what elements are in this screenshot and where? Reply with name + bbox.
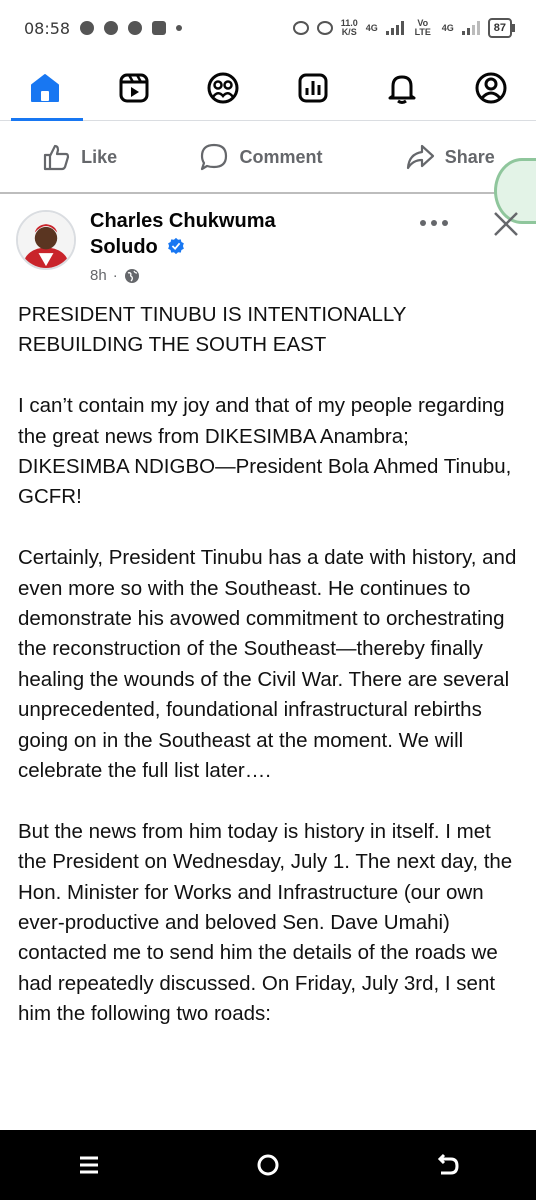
post-header: Charles Chukwuma Soludo 8h · (0, 200, 536, 300)
globe-icon (124, 268, 139, 283)
recent-apps-button[interactable] (69, 1145, 109, 1185)
tab-home[interactable] (10, 56, 83, 121)
video-icon (119, 73, 149, 103)
home-icon (30, 74, 59, 102)
more-dot-icon (442, 220, 448, 226)
tab-profile[interactable] (461, 56, 521, 120)
home-button[interactable] (248, 1145, 288, 1185)
comment-label: Comment (239, 146, 323, 167)
post-paragraph: But the news from him today is history i… (18, 819, 513, 1026)
alarm-icon (292, 21, 309, 35)
circle-home-icon (257, 1154, 279, 1176)
facebook-icon (128, 21, 143, 35)
comment-icon (201, 143, 228, 171)
notifications-icon (388, 75, 416, 104)
friends-icon (207, 72, 239, 104)
whatsapp-icon (80, 21, 95, 35)
signal-icon-2 (461, 21, 480, 35)
more-dot-icon (431, 220, 437, 226)
avatar-image (18, 212, 74, 268)
tab-video[interactable] (104, 56, 164, 120)
author-name-line2: Soludo (90, 236, 158, 258)
volte-label: Vo LTE (414, 18, 431, 37)
tab-dashboard[interactable] (283, 56, 343, 120)
system-navigation-bar (0, 1130, 536, 1200)
net-type-2: 4G (441, 22, 454, 33)
share-button[interactable]: Share (405, 142, 495, 172)
tab-notifications[interactable] (372, 56, 432, 120)
author-name[interactable]: Charles Chukwuma Soludo (90, 208, 330, 260)
status-bar: 08:58 11.0 K/S 4G Vo LTE 4G 87 (0, 0, 536, 56)
post-text: PRESIDENT TINUBU IS INTENTIONALLY REBUIL… (18, 300, 523, 1060)
close-icon[interactable] (490, 208, 522, 240)
author-avatar[interactable] (16, 210, 76, 270)
verified-badge-icon (168, 237, 185, 255)
profile-icon (475, 72, 507, 104)
comment-button[interactable]: Comment (199, 142, 322, 172)
battery-indicator: 87 (487, 18, 516, 38)
more-notifications-icon (176, 25, 183, 31)
back-button[interactable] (427, 1145, 467, 1185)
post-actions-bar: Like Comment Share (0, 122, 536, 194)
headset-icon (316, 21, 333, 35)
author-name-line1: Charles Chukwuma (90, 210, 276, 232)
signal-icon (385, 21, 404, 35)
status-time: 08:58 (24, 18, 71, 38)
meta-separator: · (112, 267, 118, 284)
tab-friends[interactable] (193, 56, 253, 120)
chat-icon (104, 21, 119, 35)
dashboard-icon (298, 73, 328, 103)
net-type-1: 4G (365, 22, 378, 33)
share-icon (406, 144, 434, 170)
back-icon (437, 1153, 459, 1175)
thumbs-up-icon (44, 144, 70, 171)
like-label: Like (81, 146, 118, 167)
app-icon (152, 21, 167, 35)
post-time[interactable]: 8h (90, 267, 107, 284)
post-paragraph: Certainly, President Tinubu has a date w… (18, 546, 517, 783)
post-meta: 8h · (90, 267, 140, 284)
share-label: Share (444, 146, 495, 167)
more-dot-icon (420, 220, 426, 226)
net-speed: 11.0 K/S (340, 18, 358, 37)
post-paragraph: I can’t contain my joy and that of my pe… (18, 394, 512, 509)
top-navigation (0, 56, 536, 121)
post-paragraph: PRESIDENT TINUBU IS INTENTIONALLY REBUIL… (18, 303, 407, 357)
more-options-button[interactable] (420, 216, 452, 230)
menu-icon (80, 1156, 99, 1174)
like-button[interactable]: Like (41, 142, 117, 172)
